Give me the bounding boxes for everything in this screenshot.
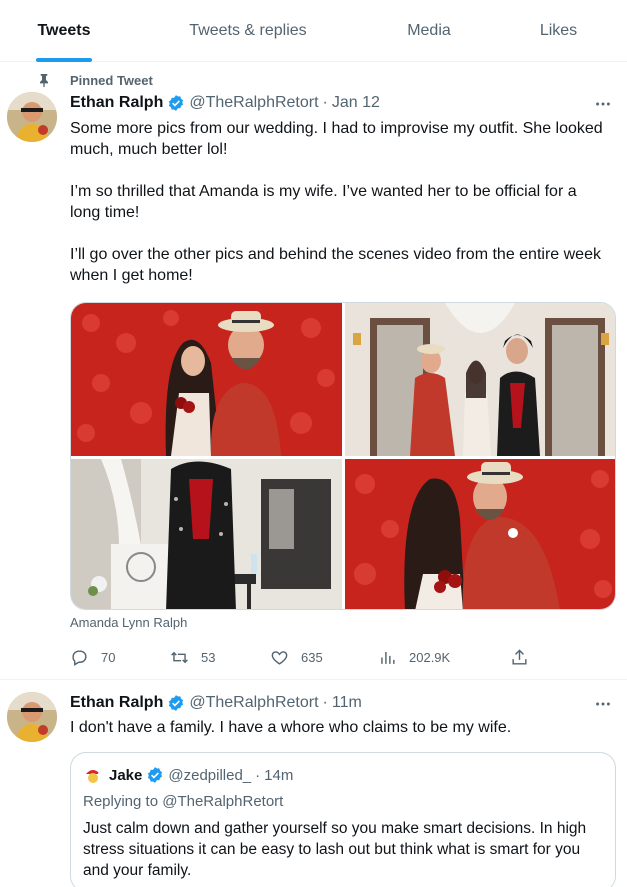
tab-label: Likes [539, 22, 578, 39]
quote-header: Jake @zedpilled_ · 14m [83, 765, 293, 785]
pin-icon [40, 74, 48, 88]
tab-label: Tweets [37, 22, 91, 39]
photo-3[interactable] [71, 459, 342, 609]
reply-button[interactable]: 70 [70, 646, 115, 668]
handle[interactable]: @TheRalphRetort [189, 94, 318, 112]
photo-1[interactable] [71, 303, 342, 456]
display-name[interactable]: Ethan Ralph [70, 694, 163, 712]
display-name[interactable]: Ethan Ralph [70, 94, 163, 112]
quote-handle: @zedpilled_ [168, 766, 252, 784]
media-grid [70, 302, 616, 610]
verified-badge-icon [148, 767, 163, 783]
replying-to-prefix: Replying to [83, 793, 159, 810]
photo-couple-kiss [345, 459, 615, 609]
quote-timestamp: 14m [264, 766, 294, 784]
avatar-image [7, 92, 57, 142]
avatar-image [7, 692, 57, 742]
tweet-text: Some more pics from our wedding. I had t… [70, 118, 610, 307]
tab-tweets[interactable]: Tweets [0, 0, 128, 62]
tweet-header: Ethan Ralph @TheRalphRetort · Jan 12 [70, 94, 380, 112]
tweet[interactable]: Ethan Ralph @TheRalphRetort · 11m I don'… [0, 680, 627, 887]
verified-badge-icon [169, 95, 184, 111]
photo-2[interactable] [345, 303, 615, 456]
quote-text: Just calm down and gather yourself so yo… [83, 820, 587, 879]
pinned-tweet[interactable]: Pinned Tweet Ethan Ralph @TheRalphRetort… [0, 62, 627, 680]
like-button[interactable]: 635 [270, 646, 323, 668]
tab-media[interactable]: Media [368, 0, 490, 62]
replying-to: Replying to @TheRalphRetort [83, 793, 283, 810]
tweet-header: Ethan Ralph @TheRalphRetort · 11m [70, 694, 362, 712]
more-options-icon[interactable] [593, 94, 613, 114]
quote-display-name: Jake [109, 766, 143, 784]
separator-dot: · [322, 94, 328, 111]
tab-likes[interactable]: Likes [490, 0, 627, 62]
tweet-paragraph: Some more pics from our wedding. I had t… [70, 120, 603, 158]
tab-tweets-and-replies[interactable]: Tweets & replies [128, 0, 368, 62]
replying-to-mention[interactable]: @TheRalphRetort [162, 793, 283, 810]
handle[interactable]: @TheRalphRetort [189, 694, 318, 712]
timestamp[interactable]: Jan 12 [332, 94, 380, 112]
more-options-icon[interactable] [593, 694, 613, 714]
separator-dot: · [322, 694, 328, 711]
tab-label: Media [407, 22, 451, 39]
reply-icon [72, 649, 87, 666]
retweet-icon [171, 651, 188, 663]
retweet-count: 53 [201, 649, 216, 665]
media-tag[interactable]: Amanda Lynn Ralph [70, 615, 187, 630]
quoted-tweet[interactable]: Jake @zedpilled_ · 14m Replying to @TheR… [70, 752, 616, 887]
share-icon [512, 648, 527, 665]
tweet-paragraph: I’m so thrilled that Amanda is my wife. … [70, 183, 577, 221]
pinned-indicator: Pinned Tweet [36, 72, 153, 88]
views-button[interactable]: 202.9K [378, 646, 450, 668]
tweet-text: I don't have a family. I have a whore wh… [70, 719, 512, 736]
verified-badge-icon [169, 695, 184, 711]
share-button[interactable] [510, 646, 529, 668]
photo-elvis-officiant [71, 459, 342, 609]
reply-count: 70 [101, 649, 116, 665]
photo-4[interactable] [345, 459, 615, 609]
tweet-actions: 70 53 635 202.9K [70, 646, 540, 668]
tab-label: Tweets & replies [189, 22, 307, 39]
photo-chapel-with-elvis [345, 303, 615, 456]
timestamp[interactable]: 11m [332, 694, 362, 712]
retweet-button[interactable]: 53 [170, 646, 215, 668]
tweet-paragraph: I’ll go over the other pics and behind t… [70, 246, 601, 284]
pinned-label: Pinned Tweet [70, 72, 153, 88]
like-count: 635 [301, 649, 323, 665]
views-chart-icon [381, 651, 395, 664]
profile-tabs: Tweets Tweets & replies Media Likes [0, 0, 627, 62]
view-count: 202.9K [409, 649, 451, 665]
photo-couple-red-wall [71, 303, 342, 456]
avatar[interactable] [7, 92, 57, 142]
separator-dot: · [255, 766, 261, 784]
quote-avatar [83, 765, 103, 785]
heart-icon [271, 650, 288, 665]
avatar[interactable] [7, 692, 57, 742]
